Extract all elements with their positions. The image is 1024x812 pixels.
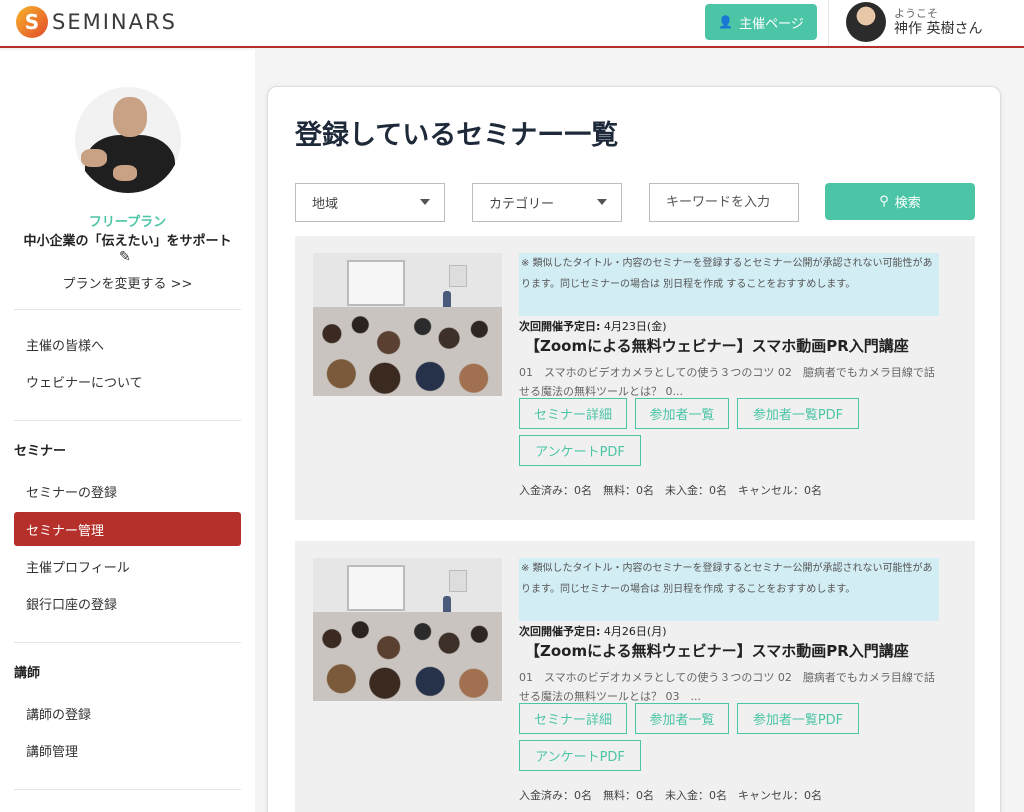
next-date-label: 次回開催予定日: [519,320,601,333]
seminar-item: ※ 類似したタイトル・内容のセミナーを登録するとセミナー公開が承認されない可能性… [295,236,975,520]
plan-name: フリープラン [88,215,167,230]
top-header: S SEMINARS 👤 主催ページ ようこそ 神作 英樹さん [0,0,1024,48]
keyword-input[interactable] [649,183,799,222]
divider [14,420,241,421]
section-title-instructor: 講師 [14,666,41,681]
participant-list-pdf-button[interactable]: 参加者一覧PDF [737,703,859,734]
category-select-value: カテゴリー [489,197,555,212]
seminar-title[interactable]: 【Zoomによる無料ウェビナー】スマホ動画PR入門講座 [525,335,909,356]
payment-stats: 入金済み：0名 無料：0名 未入金：0名 キャンセル：0名 [519,789,822,802]
participant-list-pdf-button[interactable]: 参加者一覧PDF [737,398,859,429]
seminars-logo[interactable]: S SEMINARS [16,6,177,38]
seminar-thumbnail[interactable] [313,558,502,701]
user-icon: 👤 [718,15,734,29]
sidebar-item-bank-account[interactable]: 銀行口座の登録 [14,586,241,620]
next-date-label: 次回開催予定日: [519,625,601,638]
sidebar-item-register-instructor[interactable]: 講師の登録 [14,696,241,730]
section-title-seminar: セミナー [14,444,67,459]
sidebar: フリープラン 中小企業の「伝えたい」をサポート ✎ プランを変更する >> 主催… [0,50,255,812]
duplicate-notice: ※ 類似したタイトル・内容のセミナーを登録するとセミナー公開が承認されない可能性… [519,253,939,316]
survey-pdf-button[interactable]: アンケートPDF [519,740,641,771]
next-date-value: 4月26日(月) [603,625,667,638]
next-date: 次回開催予定日: 4月26日(月) [519,623,667,639]
host-page-button[interactable]: 👤 主催ページ [705,4,817,40]
divider [14,642,241,643]
participant-list-button[interactable]: 参加者一覧 [635,398,729,429]
search-button-label: 検索 [894,196,921,211]
sidebar-item-register-seminar[interactable]: セミナーの登録 [14,474,241,508]
divider [14,789,241,790]
logo-text: SEMINARS [52,10,177,34]
search-button[interactable]: ⚲ 検索 [825,183,975,220]
duplicate-notice: ※ 類似したタイトル・内容のセミナーを登録するとセミナー公開が承認されない可能性… [519,558,939,621]
survey-pdf-button[interactable]: アンケートPDF [519,435,641,466]
edit-icon[interactable]: ✎ [119,249,131,265]
profile-avatar [75,87,181,193]
seminar-detail-button[interactable]: セミナー詳細 [519,703,627,734]
change-plan-link[interactable]: プランを変更する >> [0,273,255,292]
chevron-down-icon [420,199,430,205]
category-select[interactable]: カテゴリー [472,183,622,222]
host-page-label: 主催ページ [739,16,804,32]
payment-stats: 入金済み：0名 無料：0名 未入金：0名 キャンセル：0名 [519,484,822,497]
sidebar-item-instructor-management[interactable]: 講師管理 [14,733,241,767]
chevron-down-icon [597,199,607,205]
seminar-description: 01 スマホのビデオカメラとしての使う３つのコツ 02 臆病者でもカメラ目線で話… [519,671,935,703]
plan-description: 中小企業の「伝えたい」をサポート [23,234,232,249]
sidebar-item-for-hosts[interactable]: 主催の皆様へ [14,327,241,361]
seminar-thumbnail[interactable] [313,253,502,396]
next-date: 次回開催予定日: 4月23日(金) [519,318,667,334]
seminar-detail-button[interactable]: セミナー詳細 [519,398,627,429]
page-title: 登録しているセミナー一覧 [295,120,619,151]
logo-icon: S [16,6,48,38]
user-menu[interactable]: ようこそ 神作 英樹さん [828,0,1024,46]
sidebar-item-host-profile[interactable]: 主催プロフィール [14,549,241,583]
avatar [846,2,886,42]
seminar-item: ※ 類似したタイトル・内容のセミナーを登録するとセミナー公開が承認されない可能性… [295,541,975,812]
seminar-description: 01 スマホのビデオカメラとしての使う３つのコツ 02 臆病者でもカメラ目線で話… [519,366,935,398]
divider [14,309,241,310]
sidebar-item-about-webinar[interactable]: ウェビナーについて [14,364,241,398]
seminar-list-card: 登録しているセミナー一覧 地域 カテゴリー ⚲ 検索 ※ 類似したタイトル・内容… [267,86,1001,812]
seminar-title[interactable]: 【Zoomによる無料ウェビナー】スマホ動画PR入門講座 [525,640,909,661]
participant-list-button[interactable]: 参加者一覧 [635,703,729,734]
search-icon: ⚲ [879,194,889,209]
next-date-value: 4月23日(金) [603,320,667,333]
region-select-value: 地域 [312,197,339,212]
region-select[interactable]: 地域 [295,183,445,222]
username: 神作 英樹さん [894,21,983,37]
sidebar-item-seminar-management[interactable]: セミナー管理 [14,512,241,546]
